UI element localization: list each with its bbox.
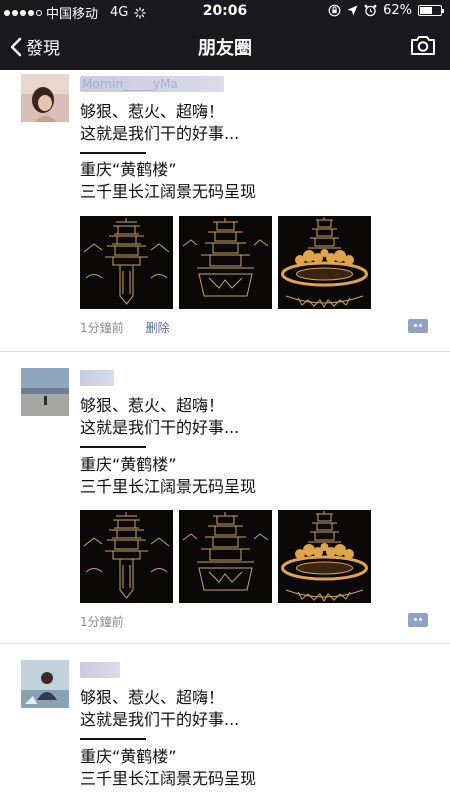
top-bar: 中国移动 4G 20:06 62% 發現 朋友圈 — [0, 0, 450, 70]
poster-name[interactable] — [80, 662, 120, 678]
moment-post: 够狠、惹火、超嗨！ 这就是我们干的好事... 重庆“黄鹤楼” 三千里长江阔景无码… — [0, 352, 450, 644]
delete-button[interactable]: 删除 — [146, 319, 170, 336]
post-text-line: 够狠、惹火、超嗨！ — [80, 688, 225, 707]
navigation-bar: 發現 朋友圈 — [0, 22, 450, 70]
post-text-line: 重庆“黄鹤楼” — [80, 747, 177, 766]
page-title: 朋友圈 — [198, 38, 252, 59]
moments-feed[interactable]: Mornin_____yMa 够狠、惹火、超嗨！ 这就是我们干的好事... 重庆… — [0, 70, 450, 800]
battery-icon — [418, 5, 444, 16]
avatar[interactable] — [21, 660, 69, 708]
post-time: 1分鐘前 — [80, 321, 124, 335]
photo-thumbnail[interactable] — [278, 216, 371, 309]
poster-name[interactable] — [80, 370, 114, 386]
post-divider — [80, 738, 146, 740]
post-text-line: 够狠、惹火、超嗨！ — [80, 102, 225, 121]
post-text-line: 这就是我们干的好事... — [80, 418, 240, 437]
comment-icon[interactable] — [408, 613, 428, 627]
post-divider — [80, 446, 146, 448]
alarm-clock-icon — [364, 4, 377, 17]
camera-icon — [411, 36, 435, 55]
post-meta: 1分鐘前 删除 — [80, 319, 170, 336]
post-text-line: 这就是我们干的好事... — [80, 124, 240, 143]
moment-post: 够狠、惹火、超嗨！ 这就是我们干的好事... 重庆“黄鹤楼” 三千里长江阔景无码… — [0, 644, 450, 800]
post-divider — [80, 152, 146, 154]
post-text-line: 这就是我们干的好事... — [80, 710, 240, 729]
post-text-line: 三千里长江阔景无码呈现 — [80, 769, 257, 788]
photo-thumbnail[interactable] — [278, 510, 371, 603]
post-text-line: 重庆“黄鹤楼” — [80, 455, 177, 474]
photo-grid — [80, 510, 371, 603]
photo-thumbnail[interactable] — [80, 216, 173, 309]
photo-thumbnail[interactable] — [179, 216, 272, 309]
photo-thumbnail[interactable] — [179, 510, 272, 603]
rotation-lock-icon — [328, 4, 341, 17]
battery-percentage: 62% — [383, 3, 412, 18]
comment-icon[interactable] — [408, 319, 428, 333]
post-text-line: 够狠、惹火、超嗨！ — [80, 396, 225, 415]
post-time: 1分鐘前 — [80, 615, 124, 629]
avatar[interactable] — [21, 74, 69, 122]
poster-name[interactable]: Mornin_____yMa — [80, 76, 224, 92]
post-text-line: 三千里长江阔景无码呈现 — [80, 477, 257, 496]
location-arrow-icon — [347, 5, 358, 16]
moment-post: Mornin_____yMa 够狠、惹火、超嗨！ 这就是我们干的好事... 重庆… — [0, 70, 450, 352]
status-bar: 中国移动 4G 20:06 62% — [0, 0, 450, 22]
post-text-line: 重庆“黄鹤楼” — [80, 160, 177, 179]
photo-grid — [80, 216, 371, 309]
avatar[interactable] — [21, 368, 69, 416]
post-text-line: 三千里长江阔景无码呈现 — [80, 182, 257, 201]
photo-thumbnail[interactable] — [80, 510, 173, 603]
post-meta: 1分鐘前 — [80, 613, 124, 630]
camera-button[interactable] — [410, 35, 436, 60]
